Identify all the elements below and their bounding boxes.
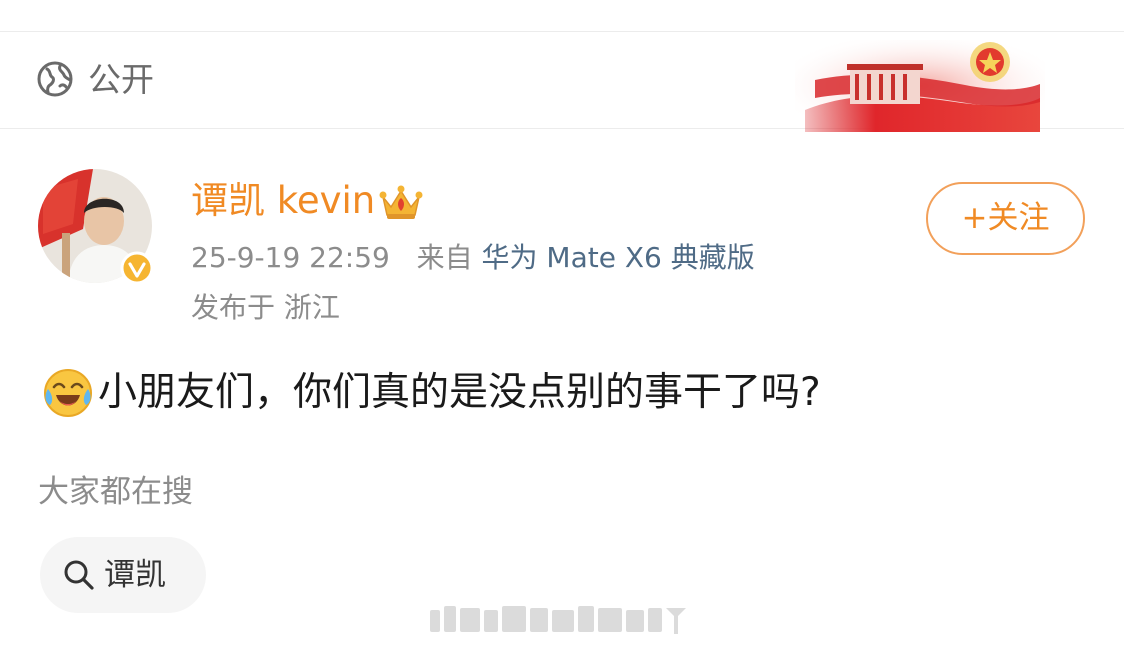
visibility-label: 公开 [88, 60, 154, 99]
globe-icon [37, 61, 73, 97]
hot-search-title: 大家都在搜 [38, 474, 193, 510]
post-text: 小朋友们，你们真的是没点别的事干了吗? [98, 370, 821, 415]
post-location: 发布于 浙江 [191, 291, 340, 324]
national-emblem-banner [795, 40, 1045, 132]
post-timestamp: 25-9-19 22:59 [191, 241, 390, 274]
author-name[interactable]: 谭凯 kevin [191, 178, 375, 224]
post-body: 小朋友们，你们真的是没点别的事干了吗? [42, 367, 821, 419]
visibility-row: 公开 [0, 33, 1124, 132]
laugh-cry-icon [44, 369, 92, 417]
post-screen: 公开 谭凯 kevin 25-9-19 22:59 来自 华为 Mate X6 … [0, 0, 1124, 647]
follow-button[interactable]: +关注 [926, 182, 1085, 255]
hot-search-chip-label: 谭凯 [104, 557, 166, 593]
post-meta: 25-9-19 22:59 来自 华为 Mate X6 典藏版 [191, 240, 755, 276]
source-prefix: 来自 [416, 241, 473, 274]
search-icon [64, 560, 94, 590]
top-divider-strip [0, 0, 1124, 32]
hot-search-chip[interactable]: 谭凯 [40, 537, 206, 613]
device-source-link[interactable]: 华为 Mate X6 典藏版 [482, 241, 755, 274]
verified-badge-icon [120, 251, 154, 285]
crown-icon[interactable] [379, 183, 423, 221]
watermark [430, 606, 686, 634]
